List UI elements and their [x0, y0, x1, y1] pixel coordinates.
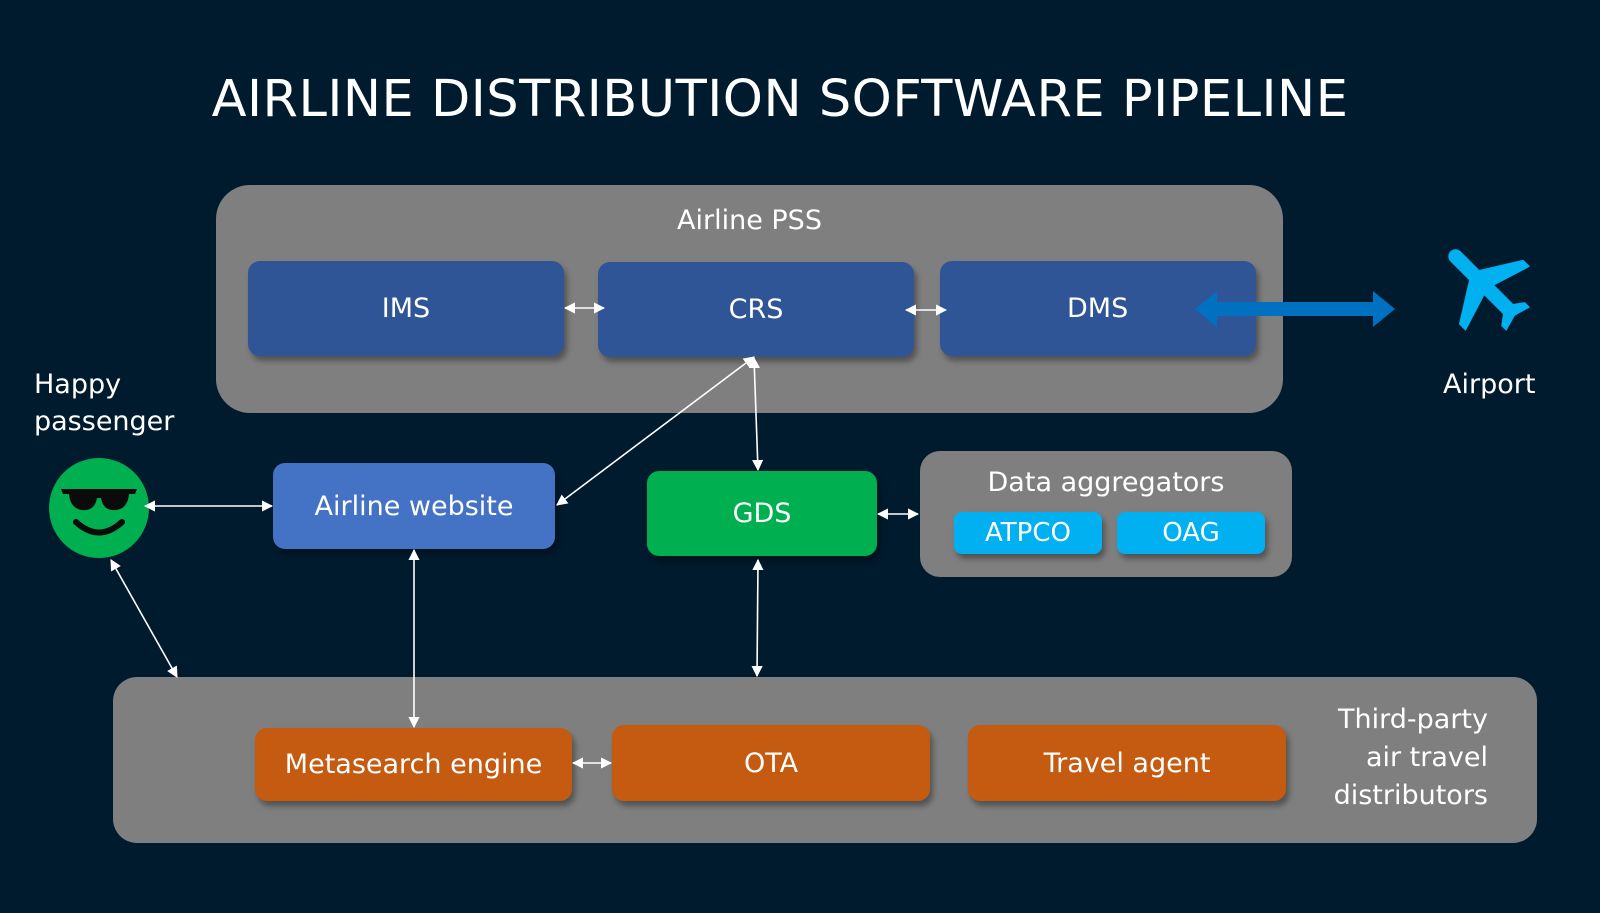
- oag-box[interactable]: OAG: [1117, 512, 1265, 554]
- airport-label: Airport: [1443, 369, 1536, 400]
- ims-box[interactable]: IMS: [248, 261, 564, 356]
- distributors-label-line3: distributors: [1333, 780, 1488, 811]
- aggregators-group-label: Data aggregators: [987, 467, 1225, 498]
- atpco-box[interactable]: ATPCO: [954, 512, 1102, 554]
- distributors-label-line2: air travel: [1365, 742, 1488, 773]
- airplane-icon: [1420, 226, 1552, 341]
- dms-box[interactable]: DMS: [940, 261, 1256, 356]
- page-title: AIRLINE DISTRIBUTION SOFTWARE PIPELINE: [211, 70, 1349, 129]
- gds-distributors-connector: [751, 558, 764, 678]
- crs-box[interactable]: CRS: [598, 262, 914, 357]
- travel-agent-box[interactable]: Travel agent: [968, 725, 1286, 801]
- pss-group-label: Airline PSS: [677, 205, 822, 236]
- passenger-label-line2: passenger: [34, 406, 175, 437]
- distributors-label-line1: Third-party: [1338, 704, 1488, 735]
- metasearch-box[interactable]: Metasearch engine: [255, 728, 572, 801]
- distributors-label: Third-party air travel distributors: [1280, 701, 1488, 815]
- dms-label: DMS: [1067, 293, 1129, 324]
- passenger-distributors-connector: [110, 559, 178, 678]
- passenger-label-line1: Happy: [34, 369, 122, 400]
- gds-box[interactable]: GDS: [647, 471, 877, 556]
- sunglasses-smiley-icon: [49, 458, 149, 558]
- passenger-label: Happy passenger: [34, 366, 174, 440]
- ota-box[interactable]: OTA: [612, 725, 930, 801]
- airline-website-box[interactable]: Airline website: [273, 463, 555, 549]
